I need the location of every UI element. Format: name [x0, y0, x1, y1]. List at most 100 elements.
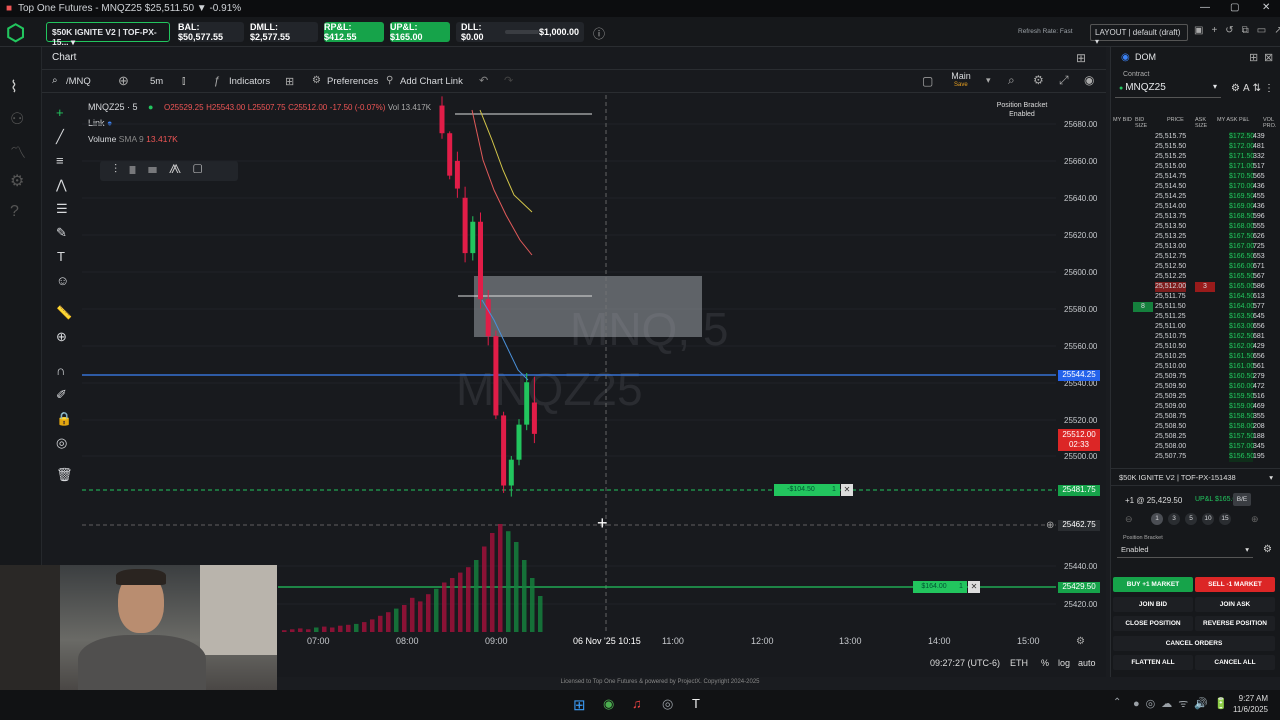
auto-toggle[interactable]: auto: [1078, 658, 1096, 668]
dom-price: 25,515.75: [1155, 133, 1187, 140]
contract-selector[interactable]: ● MNQZ25 ▾: [1115, 80, 1221, 98]
candle-body: [454, 160, 460, 189]
dom-row[interactable]: 25,509.50 $160.00 472: [1111, 382, 1280, 392]
dom-row[interactable]: 25,511.25 $163.50 645: [1111, 312, 1280, 322]
dom-add-icon[interactable]: ⊞: [1249, 51, 1258, 64]
dom-row[interactable]: 25,515.50 $172.00 481: [1111, 142, 1280, 152]
candle-body: [501, 415, 507, 486]
obs-icon[interactable]: ◎: [662, 696, 673, 712]
dom-settings-icons[interactable]: ⚙A⇅⋮: [1231, 83, 1277, 94]
dom-row[interactable]: 25,508.50 $158.00 208: [1111, 422, 1280, 432]
dom-row[interactable]: 25,508.75 $158.50 355: [1111, 412, 1280, 422]
layout-actions[interactable]: ▣+↺⧉▭↗: [1194, 25, 1280, 36]
qty-option-button[interactable]: 15: [1219, 513, 1231, 525]
dom-row[interactable]: 25,512.75 $166.50 653: [1111, 252, 1280, 262]
percent-toggle[interactable]: %: [1041, 658, 1049, 668]
dom-row[interactable]: 25,512.00 $165.00 586 3: [1111, 282, 1280, 292]
buy-market-button[interactable]: BUY +1 MARKET: [1113, 577, 1193, 592]
close-position-button[interactable]: CLOSE POSITION: [1113, 616, 1193, 631]
time-tick-label: 07:00: [307, 636, 330, 646]
breakeven-button[interactable]: B/E: [1233, 493, 1251, 506]
join-bid-button[interactable]: JOIN BID: [1113, 597, 1193, 612]
candle-body: [508, 459, 514, 486]
dom-row[interactable]: 25,515.75 $172.50 439: [1111, 132, 1280, 142]
dom-row[interactable]: 25,510.00 $161.00 561: [1111, 362, 1280, 372]
dom-row[interactable]: 25,514.00 $169.00 436: [1111, 202, 1280, 212]
dom-row[interactable]: 25,510.25 $161.50 656: [1111, 352, 1280, 362]
time-axis-settings-icon[interactable]: ⚙: [1076, 636, 1085, 647]
close-window-button[interactable]: ✕: [1262, 2, 1270, 13]
cancel-all-button[interactable]: CANCEL ALL: [1195, 655, 1275, 670]
dom-row[interactable]: 25,511.50 $164.00 577 8: [1111, 302, 1280, 312]
dom-row[interactable]: 25,511.00 $163.00 656: [1111, 322, 1280, 332]
dom-row[interactable]: 25,513.25 $167.50 626: [1111, 232, 1280, 242]
volume-bar: [410, 597, 415, 632]
qty-option-button[interactable]: 5: [1185, 513, 1197, 525]
tray-icons[interactable]: ●◎☁ᯤ🔊🔋: [1133, 696, 1234, 711]
dom-volume: 469: [1253, 403, 1265, 410]
dom-row[interactable]: 25,515.25 $171.50 332: [1111, 152, 1280, 162]
volume-bar: [538, 596, 543, 632]
position-pnl[interactable]: $164.00: [913, 581, 955, 593]
webcam-overlay: [0, 565, 277, 690]
volume-bar: [498, 524, 503, 632]
dom-row[interactable]: 25,509.25 $159.50 516: [1111, 392, 1280, 402]
qty-option-button[interactable]: 10: [1202, 513, 1214, 525]
maximize-button[interactable]: ▢: [1230, 2, 1239, 13]
dom-row[interactable]: 25,510.75 $162.50 681: [1111, 332, 1280, 342]
dom-row[interactable]: 25,510.50 $162.00 429: [1111, 342, 1280, 352]
close-position-icon[interactable]: ✕: [968, 581, 980, 593]
dom-row[interactable]: 25,514.75 $170.50 565: [1111, 172, 1280, 182]
dom-volume: 517: [1253, 163, 1265, 170]
os-taskbar: ⊞ ◉ ♫ ◎ T ⌃ ●◎☁ᯤ🔊🔋 9:27 AM 11/6/2025: [0, 690, 1280, 720]
dom-row[interactable]: 25,514.25 $169.50 455: [1111, 192, 1280, 202]
dom-row[interactable]: 25,512.25 $165.50 567: [1111, 272, 1280, 282]
music-app-icon[interactable]: ♫: [632, 696, 642, 711]
eth-toggle[interactable]: ETH: [1010, 658, 1028, 668]
dom-row[interactable]: 25,508.00 $157.00 345: [1111, 442, 1280, 452]
sell-market-button[interactable]: SELL -1 MARKET: [1195, 577, 1275, 592]
dom-tab[interactable]: DOM: [1135, 52, 1156, 62]
dom-close-icon[interactable]: ⊠: [1264, 51, 1273, 64]
chrome-icon[interactable]: ◉: [603, 696, 614, 712]
minimize-button[interactable]: —: [1200, 2, 1210, 13]
dom-ladder[interactable]: 25,515.75 $172.50 439 25,515.50 $172.00 481 25…: [1111, 132, 1280, 462]
dom-volume: 436: [1253, 183, 1265, 190]
windows-start-icon[interactable]: ⊞: [573, 696, 586, 714]
flatten-all-button[interactable]: FLATTEN ALL: [1113, 655, 1193, 670]
reverse-position-button[interactable]: REVERSE POSITION: [1195, 616, 1275, 631]
dom-price: 25,513.50: [1155, 223, 1187, 230]
dom-row[interactable]: 25,513.50 $168.00 555: [1111, 222, 1280, 232]
qty-option-button[interactable]: 1: [1151, 513, 1163, 525]
bracket-selector[interactable]: Enabled ▾: [1117, 542, 1253, 558]
trading-app-icon[interactable]: T: [692, 696, 700, 711]
log-toggle[interactable]: log: [1058, 658, 1070, 668]
dom-row[interactable]: 25,513.75 $168.50 596: [1111, 212, 1280, 222]
dom-row[interactable]: 25,511.75 $164.50 613: [1111, 292, 1280, 302]
dom-row[interactable]: 25,515.00 $171.00 517: [1111, 162, 1280, 172]
dom-row[interactable]: 25,509.00 $159.00 469: [1111, 402, 1280, 412]
dom-row[interactable]: 25,514.50 $170.00 436: [1111, 182, 1280, 192]
qty-option-button[interactable]: 3: [1168, 513, 1180, 525]
dom-row[interactable]: 25,509.75 $160.50 279: [1111, 372, 1280, 382]
cancel-orders-button[interactable]: CANCEL ORDERS: [1113, 636, 1275, 651]
volume-bar: [522, 560, 527, 632]
add-order-icon[interactable]: ⊕: [1046, 520, 1054, 531]
dom-row[interactable]: 25,512.50 $166.00 671: [1111, 262, 1280, 272]
qty-plus-button[interactable]: ⊕: [1251, 514, 1259, 525]
dom-row[interactable]: 25,507.75 $156.50 195: [1111, 452, 1280, 462]
stop-order-pnl[interactable]: -$104.50: [774, 484, 828, 496]
bracket-settings-icon[interactable]: ⚙: [1263, 544, 1272, 555]
qty-minus-button[interactable]: ⊖: [1125, 514, 1133, 525]
join-ask-button[interactable]: JOIN ASK: [1195, 597, 1275, 612]
tray-chevron-icon[interactable]: ⌃: [1113, 697, 1121, 708]
cancel-stop-order-icon[interactable]: ✕: [841, 484, 853, 496]
dom-price: 25,511.00: [1155, 323, 1186, 330]
dom-pnl: $158.00: [1229, 422, 1255, 432]
dom-volume: 429: [1253, 343, 1265, 350]
zone-rectangle[interactable]: [474, 276, 702, 337]
dom-row[interactable]: 25,513.00 $167.00 725: [1111, 242, 1280, 252]
dom-account-selector[interactable]: $50K IGNITE V2 | TOF-PX-151438 ▾: [1111, 468, 1280, 486]
dom-row[interactable]: 25,508.25 $157.50 188: [1111, 432, 1280, 442]
taskbar-date: 11/6/2025: [1233, 705, 1268, 714]
